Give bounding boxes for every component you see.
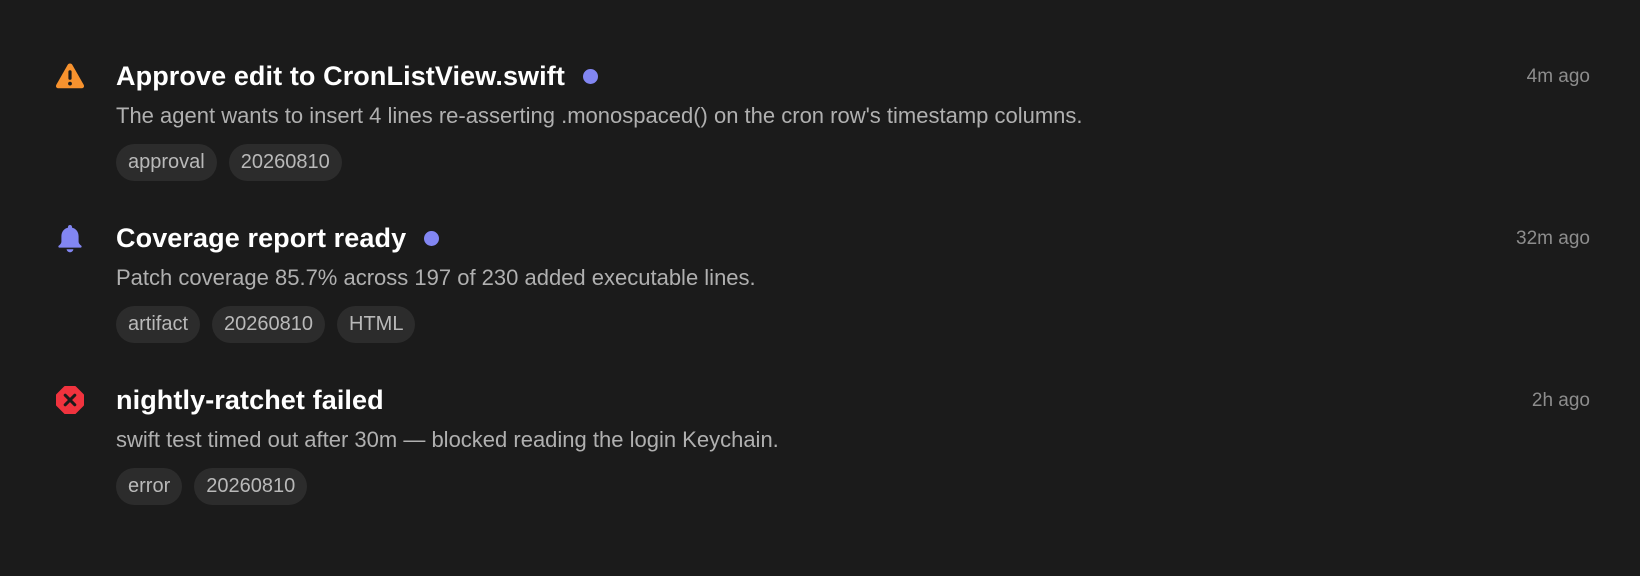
unread-indicator	[582, 68, 598, 84]
tag-approval[interactable]: approval	[116, 144, 217, 181]
bell-icon	[54, 222, 86, 254]
notification-title: Approve edit to CronListView.swift	[116, 60, 565, 91]
tag-list: error 20260810	[116, 468, 308, 505]
error-octagon-icon	[54, 384, 86, 416]
notification-title-row: Coverage report ready	[116, 220, 440, 256]
notification-item-coverage[interactable]: Coverage report ready 32m ago Patch cove…	[0, 220, 1640, 370]
tag-list: artifact 20260810 HTML	[116, 306, 416, 343]
unread-indicator	[424, 230, 440, 246]
tag-date[interactable]: 20260810	[212, 306, 326, 343]
notification-title-row: nightly-ratchet failed	[116, 382, 384, 418]
notification-description: The agent wants to insert 4 lines re-ass…	[116, 103, 1083, 128]
notification-timestamp: 4m ago	[1526, 66, 1590, 87]
notification-item-approval[interactable]: Approve edit to CronListView.swift 4m ag…	[0, 58, 1640, 208]
tag-date[interactable]: 20260810	[228, 144, 342, 181]
notification-timestamp: 32m ago	[1516, 228, 1590, 249]
notification-title: nightly-ratchet failed	[116, 384, 384, 415]
tag-date[interactable]: 20260810	[194, 468, 308, 505]
notification-title: Coverage report ready	[116, 222, 407, 253]
tag-artifact[interactable]: artifact	[116, 306, 201, 343]
notification-description: Patch coverage 85.7% across 197 of 230 a…	[116, 265, 756, 290]
tag-html[interactable]: HTML	[337, 306, 416, 343]
notification-title-row: Approve edit to CronListView.swift	[116, 58, 598, 94]
tag-list: approval 20260810	[116, 144, 342, 181]
warning-triangle-icon	[54, 60, 86, 92]
notification-feed: Approve edit to CronListView.swift 4m ag…	[0, 0, 1640, 576]
notification-timestamp: 2h ago	[1531, 390, 1590, 411]
tag-error[interactable]: error	[116, 468, 183, 505]
notification-item-error[interactable]: nightly-ratchet failed 2h ago swift test…	[0, 382, 1640, 532]
notification-description: swift test timed out after 30m — blocked…	[116, 427, 779, 452]
